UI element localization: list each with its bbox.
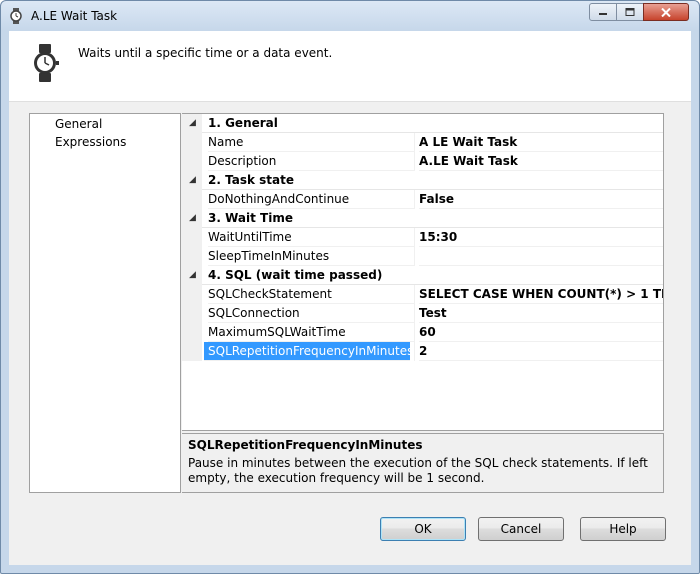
column-divider	[414, 285, 415, 304]
property-value[interactable]: 15:30	[419, 228, 663, 247]
column-divider	[414, 152, 415, 171]
row-gutter	[182, 304, 202, 323]
property-name: WaitUntilTime	[208, 228, 414, 247]
category-row[interactable]: ◢ 2. Task state	[182, 171, 663, 190]
property-name: Name	[208, 133, 414, 152]
property-name: SQLCheckStatement	[208, 285, 414, 304]
help-title: SQLRepetitionFrequencyInMinutes	[188, 438, 423, 452]
minimize-icon	[599, 13, 607, 15]
close-icon	[661, 7, 671, 17]
property-name: SQLConnection	[208, 304, 414, 323]
category-label: 3. Wait Time	[208, 211, 293, 225]
category-row[interactable]: ◢ 4. SQL (wait time passed)	[182, 266, 663, 285]
triangle-down-icon[interactable]: ◢	[189, 270, 197, 280]
category-gutter: ◢	[182, 209, 202, 228]
property-value[interactable]: A LE Wait Task	[419, 133, 663, 152]
property-row[interactable]: DoNothingAndContinue False	[182, 190, 663, 209]
maximize-button[interactable]	[616, 3, 644, 21]
help-text: Pause in minutes between the execution o…	[188, 456, 648, 485]
category-gutter: ◢	[182, 266, 202, 285]
property-row[interactable]: SQLConnection Test	[182, 304, 663, 323]
category-gutter: ◢	[182, 171, 202, 190]
property-value[interactable]: False	[419, 190, 663, 209]
nav-item-general[interactable]: General	[55, 116, 102, 132]
property-value[interactable]: 2	[419, 342, 663, 361]
dialog-client-area: Waits until a specific time or a data ev…	[9, 31, 691, 565]
help-button[interactable]: Help	[580, 517, 666, 541]
row-gutter	[182, 190, 202, 209]
triangle-down-icon[interactable]: ◢	[189, 175, 197, 185]
property-row[interactable]: SleepTimeInMinutes	[182, 247, 663, 266]
property-row[interactable]: Name A LE Wait Task	[182, 133, 663, 152]
column-divider	[414, 190, 415, 209]
category-gutter: ◢	[182, 114, 202, 133]
property-value[interactable]: Test	[419, 304, 663, 323]
property-help-panel: SQLRepetitionFrequencyInMinutes Pause in…	[182, 433, 664, 493]
property-name: DoNothingAndContinue	[208, 190, 414, 209]
ok-button[interactable]: OK	[380, 517, 466, 541]
row-gutter	[182, 342, 202, 361]
property-row-selected[interactable]: SQLRepetitionFrequencyInMinutes 2	[182, 342, 663, 361]
property-row[interactable]: SQLCheckStatement SELECT CASE WHEN COUNT…	[182, 285, 663, 304]
window-title: A.LE Wait Task	[31, 9, 118, 23]
property-name: Description	[208, 152, 414, 171]
category-row[interactable]: ◢ 1. General	[182, 114, 663, 133]
column-divider	[414, 247, 415, 266]
property-value[interactable]: SELECT CASE WHEN COUNT(*) > 1 THEN 1 EL	[419, 285, 663, 304]
category-label: 2. Task state	[208, 173, 294, 187]
row-gutter	[182, 323, 202, 342]
column-divider	[414, 133, 415, 152]
property-row[interactable]: Description A.LE Wait Task	[182, 152, 663, 171]
maximize-icon	[625, 8, 635, 16]
column-divider	[414, 228, 415, 247]
row-gutter	[182, 152, 202, 171]
row-gutter	[182, 228, 202, 247]
watch-icon	[10, 8, 22, 24]
triangle-down-icon[interactable]: ◢	[189, 118, 197, 128]
nav-item-expressions[interactable]: Expressions	[55, 134, 126, 150]
title-bar[interactable]: A.LE Wait Task	[1, 1, 699, 31]
dialog-header: Waits until a specific time or a data ev…	[9, 31, 691, 102]
property-row[interactable]: WaitUntilTime 15:30	[182, 228, 663, 247]
minimize-button[interactable]	[589, 3, 617, 21]
row-gutter	[182, 247, 202, 266]
close-button[interactable]	[643, 3, 689, 21]
watch-icon	[34, 44, 59, 82]
property-name: SleepTimeInMinutes	[208, 247, 414, 266]
property-name: MaximumSQLWaitTime	[208, 323, 414, 342]
property-row[interactable]: MaximumSQLWaitTime 60	[182, 323, 663, 342]
property-grid: ◢ 1. General Name A LE Wait Task Descrip…	[182, 113, 664, 431]
category-row[interactable]: ◢ 3. Wait Time	[182, 209, 663, 228]
column-divider	[414, 304, 415, 323]
property-name: SQLRepetitionFrequencyInMinutes	[204, 342, 413, 361]
row-gutter	[182, 133, 202, 152]
triangle-down-icon[interactable]: ◢	[189, 213, 197, 223]
column-divider	[414, 323, 415, 342]
nav-panel: General Expressions	[29, 113, 181, 493]
property-value[interactable]: A.LE Wait Task	[419, 152, 663, 171]
category-label: 4. SQL (wait time passed)	[208, 268, 383, 282]
cancel-button[interactable]: Cancel	[478, 517, 564, 541]
row-gutter	[182, 285, 202, 304]
task-description: Waits until a specific time or a data ev…	[78, 46, 333, 60]
property-value[interactable]: 60	[419, 323, 663, 342]
property-value[interactable]	[419, 247, 663, 266]
category-label: 1. General	[208, 116, 278, 130]
dialog-window: A.LE Wait Task Waits until a specific ti…	[0, 0, 700, 574]
column-divider	[414, 342, 415, 361]
